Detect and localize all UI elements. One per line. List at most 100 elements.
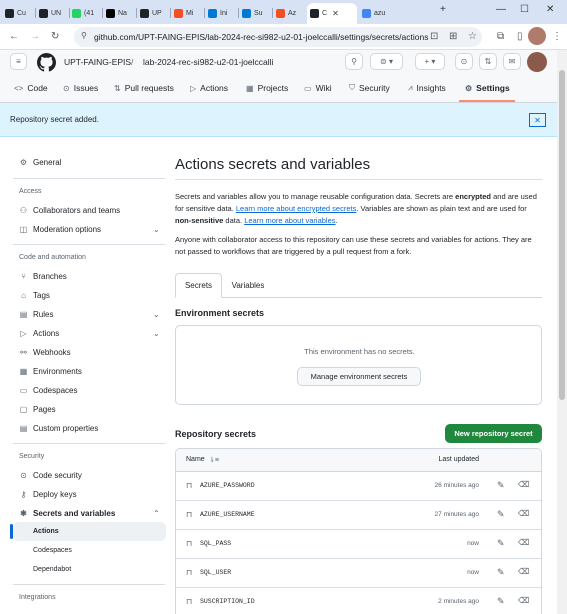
tab-settings[interactable]: ⚙ Settings (465, 83, 510, 93)
lock-icon: ⊓ (186, 597, 193, 606)
extensions-icon[interactable]: ⧉ (497, 31, 504, 42)
install-app-icon[interactable]: ⊡ (430, 31, 438, 42)
browser-tab[interactable]: (41 (69, 4, 101, 22)
variables-link[interactable]: Learn more about variables (244, 216, 335, 225)
sort-icon[interactable]: ⇂≡ (209, 456, 219, 464)
pencil-icon[interactable]: ✎ (497, 538, 505, 549)
tab-issues[interactable]: ⊙ Issues (63, 83, 98, 93)
sidebar-subitem-dependabot[interactable]: Dependabot (33, 566, 71, 573)
sidebar-item-environments[interactable]: ▦ Environments (19, 367, 82, 376)
forward-icon[interactable]: → (30, 31, 40, 42)
maximize-icon[interactable]: ☐ (520, 4, 529, 15)
browser-tab[interactable]: Mi (171, 4, 203, 22)
new-repository-secret-button[interactable]: New repository secret (445, 424, 542, 443)
hamburger-menu-icon[interactable]: ≡ (10, 53, 27, 70)
sidebar-item-pages[interactable]: ▢ Pages (19, 405, 56, 414)
tab-pull-requests[interactable]: ⇅ Pull requests (114, 83, 174, 93)
sidebar-item-deploy-keys[interactable]: ⚷ Deploy keys (19, 490, 77, 499)
copilot-button[interactable]: ⊜ ▾ (370, 53, 403, 70)
manage-environment-secrets-button[interactable]: Manage environment secrets (297, 367, 421, 386)
trash-icon[interactable]: ⌫ (518, 509, 529, 518)
tab-projects[interactable]: ▦ Projects (246, 83, 288, 93)
sidebar-item-code-security[interactable]: ⊙ Code security (19, 471, 82, 480)
asterisk-icon: ✱ (20, 509, 27, 518)
sidepanel-icon[interactable]: ▯ (517, 31, 523, 42)
chevron-down-icon[interactable]: ⌄ (153, 310, 160, 319)
tab-actions[interactable]: ▷ Actions (190, 83, 228, 93)
pull-requests-button[interactable]: ⇅ (479, 53, 497, 70)
sidebar-item-tags[interactable]: ⌂ Tags (19, 291, 50, 300)
browser-tab[interactable]: Su (239, 4, 271, 22)
encrypted-secrets-link[interactable]: Learn more about encrypted secrets (236, 204, 356, 213)
chevron-down-icon[interactable]: ⌄ (153, 225, 160, 234)
sidebar-item-branches[interactable]: ⑂ Branches (19, 272, 67, 281)
close-tab-icon[interactable]: ✕ (332, 9, 339, 18)
trash-icon[interactable]: ⌫ (518, 596, 529, 605)
browser-tab[interactable]: Na (103, 4, 135, 22)
new-tab-button[interactable]: + (440, 4, 446, 15)
sidebar-subitem-codespaces[interactable]: Codespaces (33, 547, 72, 554)
url-field[interactable]: ⚲ github.com/UPT-FAING-EPIS/lab-2024-rec… (74, 27, 482, 47)
browser-tab[interactable]: C ✕ (307, 3, 357, 24)
pencil-icon[interactable]: ✎ (497, 567, 505, 578)
sidebar-item-webhooks[interactable]: ⚯ Webhooks (19, 348, 71, 357)
repo-link[interactable]: lab-2024-rec-si982-u2-01-joelccalli (143, 57, 273, 67)
sidebar-item-general[interactable]: ⚙ General (19, 158, 62, 167)
scrollbar-thumb[interactable] (559, 70, 565, 400)
org-link[interactable]: UPT-FAING-EPIS (64, 57, 131, 67)
trash-icon[interactable]: ⌫ (518, 567, 529, 576)
play-icon: ▷ (190, 83, 197, 93)
tab-wiki[interactable]: ▭ Wiki (304, 83, 332, 93)
github-icon (140, 8, 149, 18)
chevron-down-icon[interactable]: ⌄ (153, 329, 160, 338)
trash-icon[interactable]: ⌫ (518, 538, 529, 547)
tab-insights[interactable]: ⩘ Insights (408, 83, 446, 93)
tab-code[interactable]: <> Code (14, 83, 48, 93)
browser-tab[interactable]: UP (137, 4, 169, 22)
sidebar-item-rules[interactable]: ▤ Rules (19, 310, 54, 319)
pencil-icon[interactable]: ✎ (497, 596, 505, 607)
back-icon[interactable]: ← (9, 31, 19, 42)
lock-icon: ⊓ (186, 510, 193, 519)
page-scrollbar[interactable] (557, 50, 567, 614)
browser-tab[interactable]: Ini (205, 4, 237, 22)
create-new-button[interactable]: + ▾ (415, 53, 445, 70)
notifications-button[interactable]: ✉ (503, 53, 521, 70)
sidebar-item-collaborators[interactable]: ⚇ Collaborators and teams (19, 206, 120, 215)
issues-button[interactable]: ⊙ (455, 53, 473, 70)
browser-tab[interactable]: Cu (2, 4, 34, 22)
bookmark-star-icon[interactable]: ☆ (468, 31, 477, 42)
user-avatar[interactable] (527, 52, 547, 72)
sidebar-item-actions[interactable]: ▷ Actions (19, 329, 59, 338)
browser-tab[interactable]: azu (359, 4, 409, 22)
chevron-up-icon[interactable]: ⌃ (153, 509, 160, 518)
sidebar-item-moderation[interactable]: ◫ Moderation options (19, 225, 101, 234)
sidebar-subitem-actions[interactable]: Actions (33, 528, 59, 535)
sidebar-item-secrets-variables[interactable]: ✱ Secrets and variables (19, 509, 115, 518)
close-window-icon[interactable]: ✕ (546, 4, 554, 15)
github-logo-icon[interactable] (37, 53, 56, 72)
pencil-icon[interactable]: ✎ (497, 480, 505, 491)
profile-avatar[interactable] (528, 27, 546, 45)
tab-secrets[interactable]: Secrets (175, 273, 222, 298)
site-info-icon[interactable]: ⚲ (81, 31, 87, 40)
browser-tab-label: Mi (186, 9, 194, 17)
browser-tab[interactable]: Az (273, 4, 305, 22)
minimize-icon[interactable]: — (496, 4, 506, 15)
pull-request-icon: ⇅ (484, 57, 492, 66)
browser-tab-label: Su (254, 9, 263, 17)
sidebar-item-codespaces[interactable]: ▭ Codespaces (19, 386, 78, 395)
webhook-icon: ⚯ (20, 348, 27, 357)
search-button[interactable]: ⚲ (345, 53, 363, 70)
tab-security[interactable]: ⛉ Security (349, 83, 390, 93)
pencil-icon[interactable]: ✎ (497, 509, 505, 520)
sidebar-item-custom-properties[interactable]: ▤ Custom properties (19, 424, 99, 433)
tab-variables[interactable]: Variables (224, 273, 272, 298)
sidebar-heading-integrations: Integrations (19, 594, 56, 601)
browser-tab[interactable]: UN (36, 4, 68, 22)
translate-icon[interactable]: ⊞ (449, 31, 457, 42)
flash-close-icon[interactable]: ✕ (529, 113, 546, 127)
browser-menu-icon[interactable]: ⋮ (552, 31, 562, 42)
trash-icon[interactable]: ⌫ (518, 480, 529, 489)
reload-icon[interactable]: ↻ (51, 31, 59, 42)
